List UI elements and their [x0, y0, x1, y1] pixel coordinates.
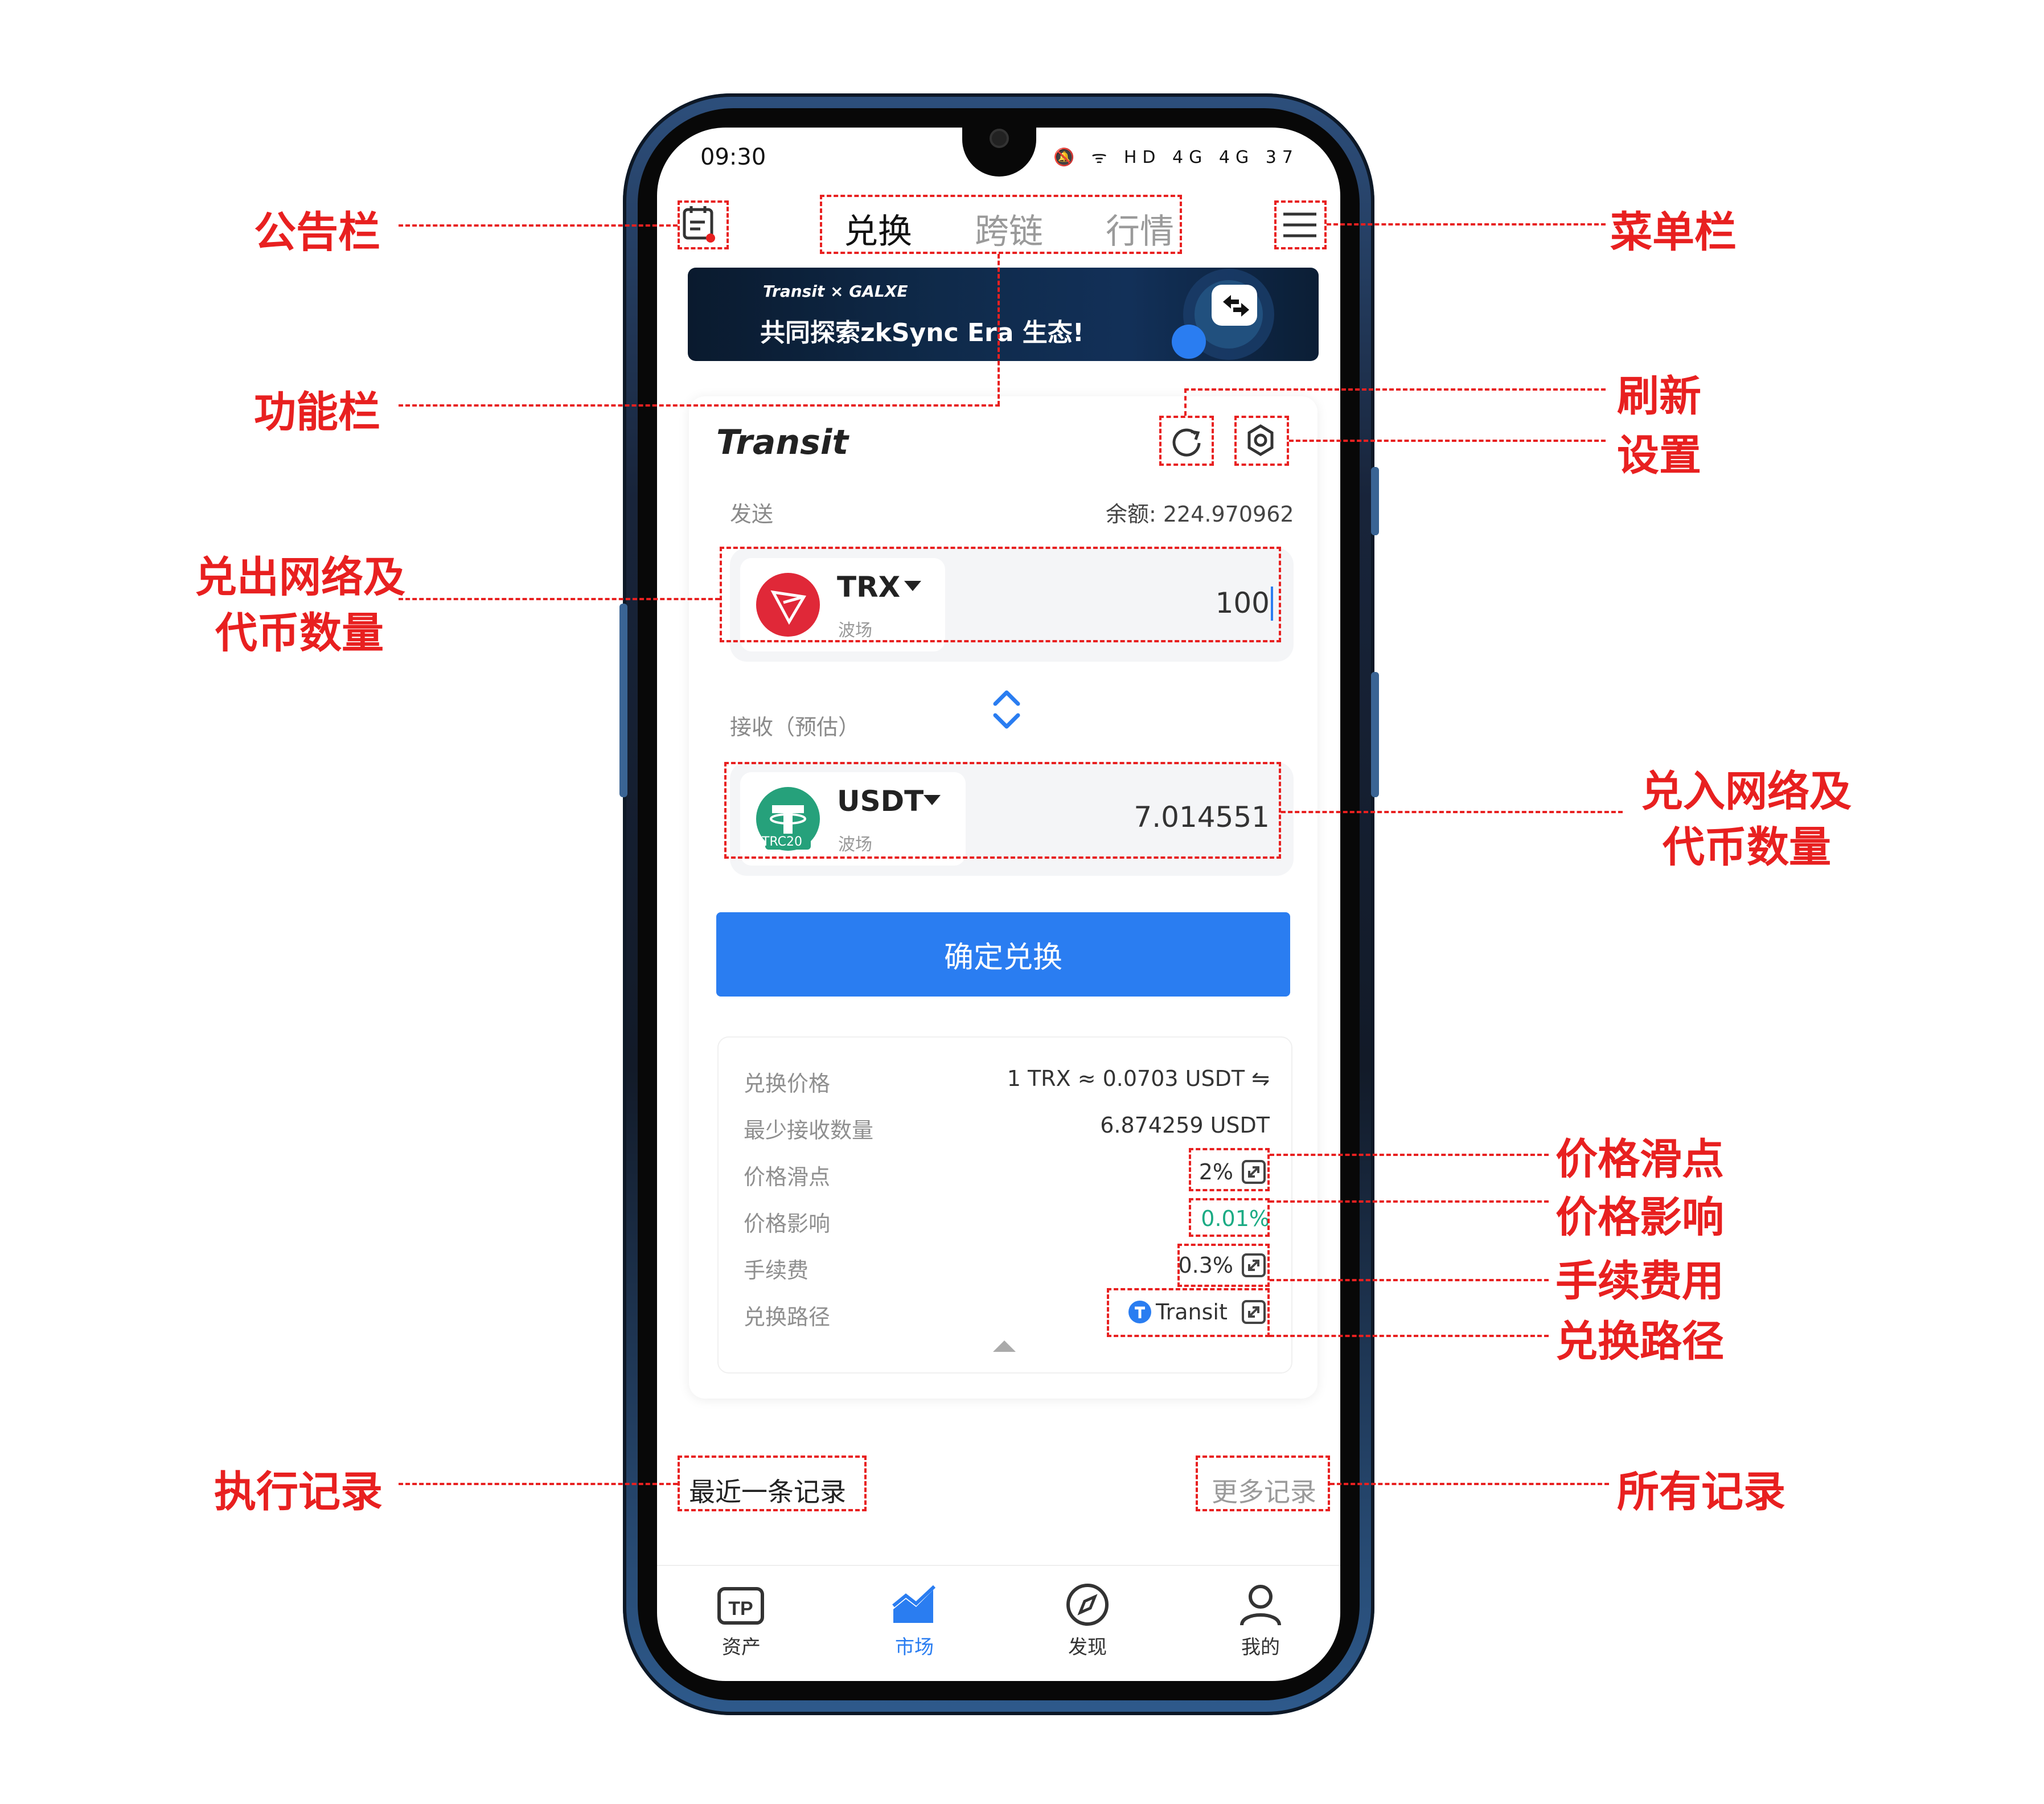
fee-highlight [1177, 1244, 1270, 1287]
confirm-swap-button[interactable]: 确定兑换 [716, 912, 1290, 997]
slippage-label: 价格滑点 [744, 1165, 831, 1190]
banner-graphic-icon [1172, 269, 1274, 360]
annotation-line [1289, 440, 1606, 442]
from-token-highlight [720, 547, 1281, 642]
nav-market[interactable]: 市场 [863, 1583, 966, 1659]
nav-me[interactable]: 我的 [1209, 1583, 1312, 1659]
nav-discover[interactable]: 发现 [1036, 1583, 1139, 1659]
annotation-fee: 手续费用 [1555, 1257, 1724, 1306]
nav-market-label: 市场 [895, 1636, 934, 1659]
collapse-arrow-icon[interactable] [993, 1339, 1016, 1353]
annotation-slippage: 价格滑点 [1555, 1135, 1724, 1184]
banner-brand: Transit × GALXE [763, 282, 908, 301]
market-chart-icon [892, 1585, 936, 1623]
annotation-line [1270, 1335, 1549, 1337]
swap-direction-icon[interactable] [991, 688, 1023, 731]
refresh-highlight [1159, 416, 1214, 466]
menu-highlight [1274, 200, 1327, 249]
settings-highlight [1234, 416, 1289, 466]
nav-discover-label: 发现 [1068, 1636, 1107, 1659]
nav-assets-label: 资产 [722, 1636, 761, 1659]
function-bar-highlight [820, 195, 1182, 254]
annotation-menu: 菜单栏 [1610, 208, 1737, 257]
announcement-highlight [678, 200, 729, 249]
annotation-line [399, 404, 1000, 407]
route-label: 兑换路径 [744, 1305, 831, 1330]
annotation-line [399, 598, 720, 600]
nav-assets[interactable]: TP 资产 [690, 1583, 793, 1659]
annotation-line [399, 224, 678, 227]
camera-icon [990, 129, 1009, 148]
annotation-line [998, 254, 1000, 405]
annotation-receive-network-2: 代币数量 [1663, 823, 1831, 872]
annotation-route: 兑换路径 [1555, 1317, 1724, 1366]
impact-highlight [1189, 1198, 1270, 1237]
user-icon [1240, 1585, 1281, 1626]
recent-highlight [678, 1456, 867, 1511]
annotation-line [1330, 1483, 1609, 1485]
annotation-function-bar: 功能栏 [254, 388, 380, 437]
side-button [619, 604, 627, 797]
annotation-line [399, 1483, 678, 1485]
annotation-impact: 价格影响 [1555, 1193, 1724, 1242]
annotation-receive-network-1: 兑入网络及 [1641, 767, 1852, 816]
receive-label: 接收（预估） [730, 715, 860, 740]
annotation-send-network-2: 代币数量 [215, 609, 384, 658]
wallet-icon: TP [717, 1587, 764, 1625]
power-button [1371, 672, 1379, 797]
annotation-settings: 设置 [1617, 431, 1701, 480]
annotation-line [1281, 811, 1623, 813]
annotation-line [1270, 1279, 1549, 1281]
price-label: 兑换价格 [744, 1071, 831, 1096]
banner-text: 共同探索zkSync Era 生态! [760, 318, 1084, 347]
transit-logo: Transit [716, 423, 849, 462]
min-receive-label: 最少接收数量 [744, 1118, 874, 1143]
annotation-line [1184, 388, 1187, 416]
price-value[interactable]: 1 TRX ≈ 0.0703 USDT ⇋ [968, 1066, 1270, 1091]
min-receive-value: 6.874259 USDT [1100, 1113, 1270, 1138]
annotation-line [1327, 223, 1606, 226]
nav-me-label: 我的 [1241, 1636, 1280, 1659]
status-time: 09:30 [700, 144, 766, 170]
annotation-exec-record: 执行记录 [214, 1467, 383, 1516]
svg-text:TP: TP [728, 1598, 753, 1620]
send-label: 发送 [730, 502, 774, 527]
annotation-line [1270, 1200, 1549, 1203]
route-highlight [1107, 1288, 1270, 1337]
annotation-refresh: 刷新 [1617, 372, 1701, 421]
to-token-highlight [724, 762, 1281, 859]
status-icons: 🔕 ᯤ HD 4G 4G 37 [1053, 147, 1299, 167]
bottom-nav-divider [657, 1565, 1340, 1566]
annotation-line [1270, 1154, 1549, 1156]
annotation-all-records: 所有记录 [1617, 1467, 1786, 1516]
more-highlight [1196, 1456, 1330, 1511]
annotation-line [1184, 388, 1606, 391]
annotation-send-network-1: 兑出网络及 [195, 553, 405, 602]
price-impact-label: 价格影响 [744, 1211, 831, 1236]
annotation-announcement: 公告栏 [254, 208, 380, 257]
slippage-highlight [1189, 1148, 1270, 1191]
fee-label: 手续费 [744, 1258, 809, 1283]
volume-button [1371, 467, 1379, 535]
balance-text: 余额: 224.970962 [1106, 502, 1294, 527]
compass-icon [1066, 1584, 1109, 1626]
